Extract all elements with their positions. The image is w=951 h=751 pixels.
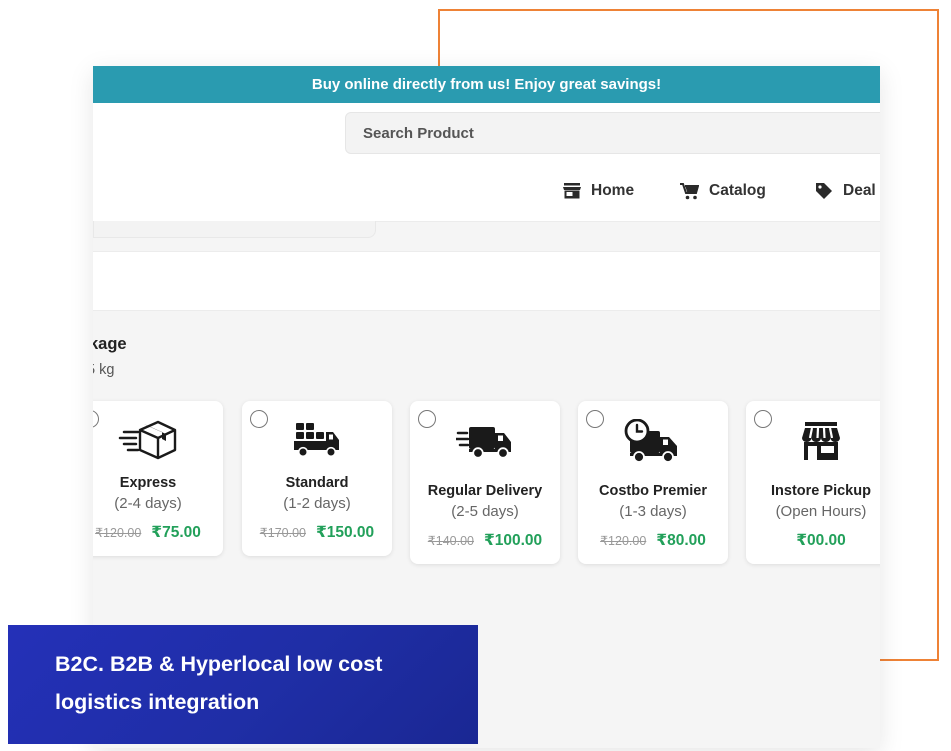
option-duration: (1-3 days): [619, 503, 687, 520]
original-price: ₹120.00: [95, 526, 142, 540]
nav-label-deals: Deal: [843, 182, 876, 199]
nav-item-catalog[interactable]: Catalog: [680, 161, 766, 221]
store-icon: [563, 183, 581, 199]
option-pricing: ₹140.00 ₹100.00: [410, 531, 560, 550]
delivery-option-instore-pickup[interactable]: Instore Pickup (Open Hours) ₹00.00: [746, 401, 880, 564]
option-duration: (1-2 days): [283, 495, 351, 512]
fast-box-icon: [93, 418, 223, 462]
original-price: ₹120.00: [600, 534, 647, 548]
content-band: [93, 251, 880, 311]
nav-item-deals[interactable]: Deal: [815, 161, 876, 221]
discounted-price: ₹150.00: [315, 524, 375, 541]
option-duration: (Open Hours): [775, 503, 867, 520]
section-title: kage: [93, 335, 127, 353]
collapsed-panel: [93, 221, 376, 238]
search-input[interactable]: Search Product: [345, 112, 880, 154]
delivery-option-premier[interactable]: Costbo Premier (1-3 days) ₹120.00 ₹80.00: [578, 401, 728, 564]
option-name: Express: [119, 475, 177, 491]
loaded-truck-icon: [242, 419, 392, 459]
promo-text: Buy online directly from us! Enjoy great…: [311, 76, 662, 93]
nav-label-home: Home: [591, 182, 635, 199]
discounted-price: ₹00.00: [796, 532, 846, 549]
nav-item-home[interactable]: Home: [563, 161, 634, 221]
discounted-price: ₹75.00: [151, 524, 201, 541]
fast-truck-icon: [410, 423, 560, 461]
nav-label-catalog: Catalog: [709, 182, 766, 199]
search-row: Search Product: [93, 103, 880, 162]
clock-truck-icon: [578, 419, 728, 465]
option-name: Standard: [285, 475, 349, 491]
cart-icon: [680, 182, 699, 199]
promo-banner: Buy online directly from us! Enjoy great…: [93, 66, 880, 103]
feature-caption: B2C. B2B & Hyperlocal low cost logistics…: [8, 625, 478, 744]
option-pricing: ₹120.00 ₹80.00: [578, 531, 728, 550]
tag-icon: [816, 183, 832, 199]
delivery-option-regular[interactable]: Regular Delivery (2-5 days) ₹140.00 ₹100…: [410, 401, 560, 564]
discounted-price: ₹100.00: [483, 532, 543, 549]
option-duration: (2-4 days): [114, 495, 182, 512]
option-duration: (2-5 days): [451, 503, 519, 520]
delivery-option-express[interactable]: Express (2-4 days) ₹120.00 ₹75.00: [93, 401, 223, 556]
main-nav: Home Catalog Deal: [93, 161, 880, 222]
option-pricing: ₹120.00 ₹75.00: [93, 523, 223, 542]
section-weight: 5 kg: [93, 362, 115, 378]
option-pricing: ₹170.00 ₹150.00: [242, 523, 392, 542]
caption-line-2: logistics integration: [55, 690, 260, 714]
option-name: Regular Delivery: [427, 483, 543, 499]
original-price: ₹140.00: [427, 534, 474, 548]
original-price: ₹170.00: [259, 526, 306, 540]
search-placeholder: Search Product: [363, 124, 474, 142]
caption-line-1: B2C. B2B & Hyperlocal low cost: [55, 652, 383, 676]
storefront-icon: [746, 421, 880, 461]
option-name: Instore Pickup: [771, 483, 871, 499]
discounted-price: ₹80.00: [656, 532, 706, 549]
delivery-option-standard[interactable]: Standard (1-2 days) ₹170.00 ₹150.00: [242, 401, 392, 556]
option-pricing: ₹00.00: [746, 531, 880, 550]
option-name: Costbo Premier: [599, 483, 707, 499]
